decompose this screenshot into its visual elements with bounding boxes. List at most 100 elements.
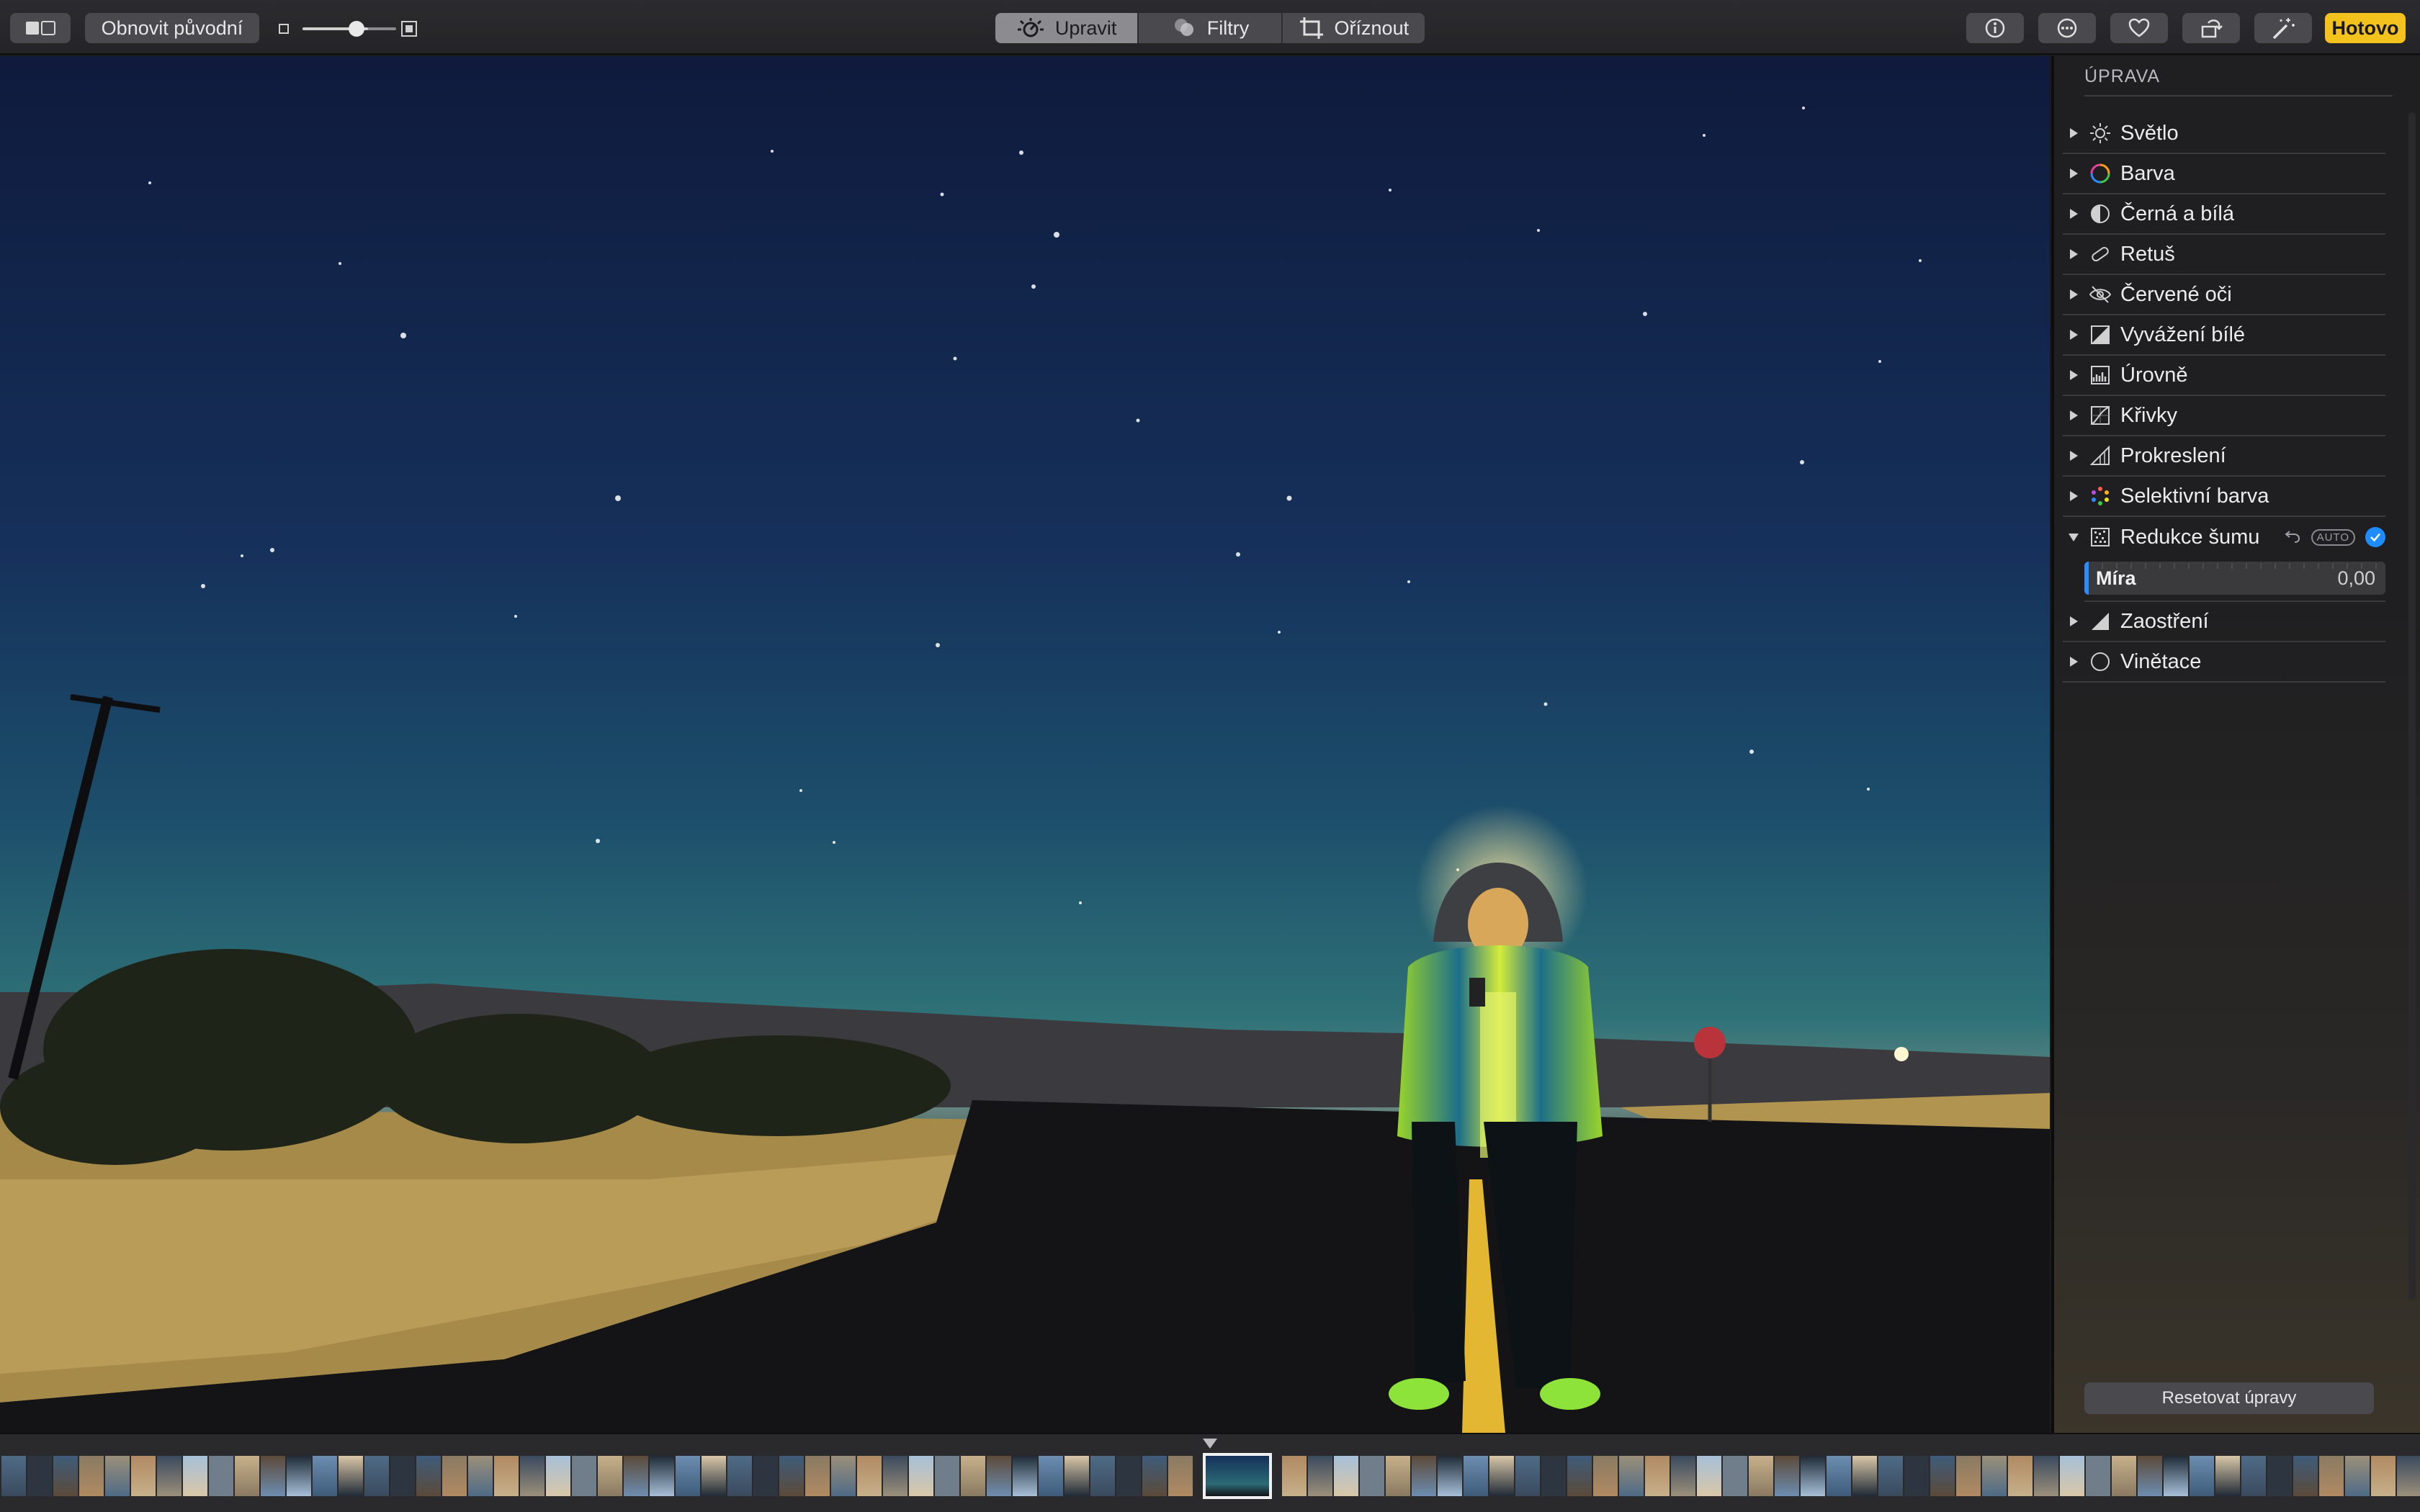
disclosure-right-icon[interactable] xyxy=(2063,329,2084,341)
revert-section-button[interactable] xyxy=(2284,527,2301,548)
disclosure-right-icon[interactable] xyxy=(2063,168,2084,179)
tab-adjust[interactable]: Upravit xyxy=(995,13,1139,43)
filmstrip-thumbnail[interactable] xyxy=(27,1456,52,1496)
tab-crop[interactable]: Oříznout xyxy=(1283,13,1425,43)
filmstrip-thumbnail[interactable] xyxy=(1904,1456,1929,1496)
filmstrip-thumbnail[interactable] xyxy=(1013,1456,1037,1496)
filmstrip-thumbnail[interactable] xyxy=(468,1456,493,1496)
filmstrip-thumbnail[interactable] xyxy=(235,1456,259,1496)
filmstrip-thumbnail[interactable] xyxy=(1697,1456,1721,1496)
disclosure-right-icon[interactable] xyxy=(2063,410,2084,421)
filmstrip-thumbnail[interactable] xyxy=(1749,1456,1773,1496)
filmstrip-thumbnail[interactable] xyxy=(287,1456,311,1496)
disclosure-right-icon[interactable] xyxy=(2063,248,2084,260)
filmstrip-thumbnail[interactable] xyxy=(53,1456,78,1496)
zoom-slider-knob[interactable] xyxy=(349,21,364,37)
filmstrip-thumbnail[interactable] xyxy=(1464,1456,1488,1496)
section-selective-color[interactable]: Selektivní barva xyxy=(2063,477,2385,517)
filmstrip-thumbnail[interactable] xyxy=(1090,1456,1115,1496)
disclosure-right-icon[interactable] xyxy=(2063,127,2084,139)
filmstrip-thumbnail[interactable] xyxy=(1852,1456,1877,1496)
filmstrip-thumbnail[interactable] xyxy=(1142,1456,1167,1496)
info-button[interactable] xyxy=(1966,13,2024,43)
tab-filters[interactable]: Filtry xyxy=(1139,13,1283,43)
filmstrip-thumbnail[interactable] xyxy=(2371,1456,2396,1496)
filmstrip-thumbnail[interactable] xyxy=(364,1456,389,1496)
filmstrip-thumbnail[interactable] xyxy=(131,1456,156,1496)
filmstrip-thumbnail[interactable] xyxy=(1360,1456,1384,1496)
filmstrip-collapse-icon[interactable] xyxy=(1201,1437,1219,1450)
section-levels[interactable]: Úrovně xyxy=(2063,356,2385,396)
filmstrip-thumbnail[interactable] xyxy=(1567,1456,1592,1496)
disclosure-right-icon[interactable] xyxy=(2063,289,2084,300)
filmstrip-thumbnail-selected[interactable] xyxy=(1203,1453,1272,1499)
section-enabled-checkbox[interactable] xyxy=(2365,527,2385,547)
filmstrip-thumbnail[interactable] xyxy=(909,1456,933,1496)
filmstrip-thumbnail[interactable] xyxy=(1039,1456,1063,1496)
filmstrip-thumbnail[interactable] xyxy=(650,1456,674,1496)
filmstrip-thumbnail[interactable] xyxy=(1515,1456,1540,1496)
filmstrip-thumbnail[interactable] xyxy=(1541,1456,1566,1496)
filmstrip-thumbnail[interactable] xyxy=(753,1456,778,1496)
section-retouch[interactable]: Retuš xyxy=(2063,235,2385,275)
filmstrip-thumbnail[interactable] xyxy=(416,1456,441,1496)
filmstrip-thumbnail[interactable] xyxy=(1619,1456,1644,1496)
filmstrip-thumbnail[interactable] xyxy=(313,1456,337,1496)
filmstrip-thumbnail[interactable] xyxy=(546,1456,570,1496)
disclosure-right-icon[interactable] xyxy=(2063,616,2084,627)
filmstrip-thumbnail[interactable] xyxy=(2112,1456,2136,1496)
filmstrip-thumbnail[interactable] xyxy=(1168,1456,1193,1496)
section-white-balance[interactable]: Vyvážení bílé xyxy=(2063,315,2385,356)
section-curves[interactable]: Křivky xyxy=(2063,396,2385,436)
filmstrip-thumbnail[interactable] xyxy=(442,1456,467,1496)
filmstrip-thumbnail[interactable] xyxy=(1412,1456,1436,1496)
filmstrip-thumbnail[interactable] xyxy=(805,1456,830,1496)
rotate-button[interactable] xyxy=(2182,13,2240,43)
filmstrip-thumbnail[interactable] xyxy=(1645,1456,1670,1496)
disclosure-right-icon[interactable] xyxy=(2063,208,2084,220)
disclosure-right-icon[interactable] xyxy=(2063,656,2084,667)
disclosure-right-icon[interactable] xyxy=(2063,369,2084,381)
favorite-button[interactable] xyxy=(2110,13,2168,43)
more-button[interactable] xyxy=(2038,13,2096,43)
disclosure-right-icon[interactable] xyxy=(2063,490,2084,502)
filmstrip-thumbnail[interactable] xyxy=(1065,1456,1089,1496)
filmstrip-thumbnail[interactable] xyxy=(1593,1456,1618,1496)
filmstrip-thumbnail[interactable] xyxy=(2008,1456,2033,1496)
section-color[interactable]: Barva xyxy=(2063,154,2385,194)
filmstrip-thumbnail[interactable] xyxy=(961,1456,985,1496)
filmstrip-thumbnail[interactable] xyxy=(1878,1456,1903,1496)
photo-canvas[interactable] xyxy=(0,56,2050,1433)
filmstrip-thumbnail[interactable] xyxy=(572,1456,596,1496)
filmstrip-thumbnail[interactable] xyxy=(598,1456,622,1496)
filmstrip-thumbnail[interactable] xyxy=(1489,1456,1514,1496)
filmstrip-thumbnail[interactable] xyxy=(831,1456,856,1496)
filmstrip-thumbnail[interactable] xyxy=(624,1456,648,1496)
filmstrip-thumbnail[interactable] xyxy=(1956,1456,1981,1496)
filmstrip-thumbnail[interactable] xyxy=(2086,1456,2110,1496)
filmstrip-thumbnail[interactable] xyxy=(1801,1456,1825,1496)
filmstrip-thumbnail[interactable] xyxy=(2138,1456,2162,1496)
sidebar-scrollbar[interactable] xyxy=(2408,112,2416,1300)
filmstrip-thumbnail[interactable] xyxy=(2397,1456,2420,1496)
filmstrip-thumbnail[interactable] xyxy=(2190,1456,2214,1496)
section-definition[interactable]: Prokreslení xyxy=(2063,436,2385,477)
section-vignette[interactable]: Vinětace xyxy=(2063,642,2385,683)
filmstrip-thumbnail[interactable] xyxy=(157,1456,182,1496)
filmstrip-thumbnail[interactable] xyxy=(987,1456,1011,1496)
filmstrip-thumbnail[interactable] xyxy=(494,1456,519,1496)
filmstrip-thumbnail[interactable] xyxy=(1308,1456,1332,1496)
filmstrip-thumbnail[interactable] xyxy=(1723,1456,1747,1496)
sidebar-toggle-button[interactable] xyxy=(10,13,71,43)
section-red-eye[interactable]: Červené oči xyxy=(2063,275,2385,315)
filmstrip-thumbnail[interactable] xyxy=(727,1456,752,1496)
filmstrip-thumbnail[interactable] xyxy=(390,1456,415,1496)
filmstrip-thumbnail[interactable] xyxy=(79,1456,104,1496)
filmstrip-thumbnail[interactable] xyxy=(2241,1456,2266,1496)
filmstrip-thumbnail[interactable] xyxy=(883,1456,908,1496)
filmstrip-thumbnail[interactable] xyxy=(339,1456,363,1496)
filmstrip-thumbnail[interactable] xyxy=(1334,1456,1358,1496)
disclosure-right-icon[interactable] xyxy=(2063,450,2084,462)
zoom-slider[interactable] xyxy=(274,14,425,42)
section-light[interactable]: Světlo xyxy=(2063,114,2385,154)
